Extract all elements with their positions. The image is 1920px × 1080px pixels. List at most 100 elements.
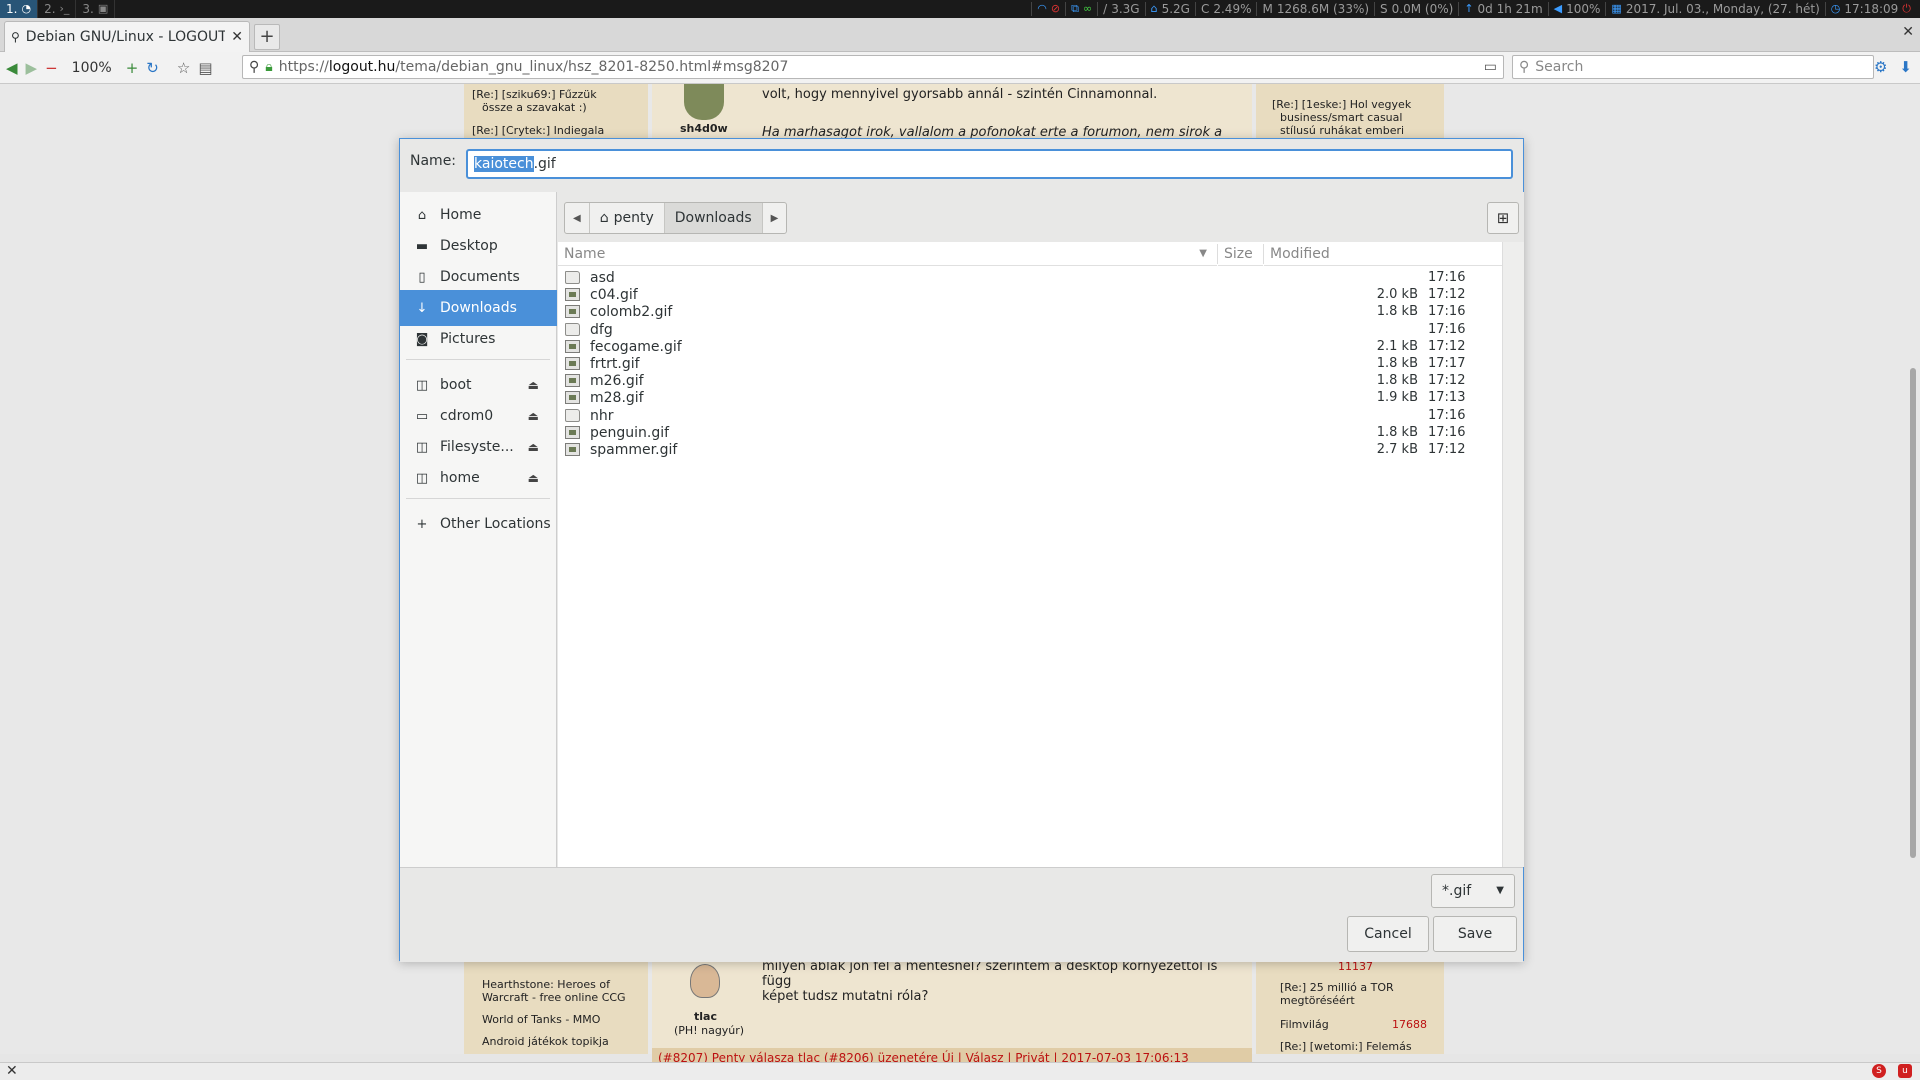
right-link-1b[interactable]: business/smart casual (1280, 111, 1402, 125)
right-link-3[interactable]: Filmvilág (1280, 1018, 1329, 1032)
library-icon[interactable]: ▤ (198, 59, 212, 77)
left-link-3b[interactable]: Warcraft - free online CCG (482, 991, 626, 1005)
folder-icon (565, 271, 580, 284)
filename-extension: .gif (533, 156, 556, 172)
secure-lock-icon: 🔒︎ (265, 59, 273, 75)
adblock-icon[interactable]: S (1872, 1064, 1886, 1078)
file-size: 2.0 kB (1376, 287, 1418, 303)
uptime-arrow-icon: ↑ (1464, 2, 1474, 15)
eject-icon[interactable]: ⏏ (528, 409, 539, 423)
filename-input[interactable]: kaiotech.gif (466, 149, 1513, 179)
new-tab-button[interactable]: + (254, 24, 280, 50)
clock-icon: ◷ (1830, 2, 1841, 15)
back-arrow-icon[interactable]: ◀ (6, 59, 18, 77)
eject-icon[interactable]: ⏏ (528, 471, 539, 485)
page-scrollbar[interactable] (1910, 368, 1916, 858)
dialog-action-area: *.gif ▼ Cancel Save (400, 867, 1523, 962)
sidebar-item-label: Desktop (440, 238, 498, 254)
ublock-icon[interactable]: u (1898, 1064, 1912, 1078)
workspace-2[interactable]: 2. ›_ (38, 0, 77, 18)
left-link-2[interactable]: [Re:] [Crytek:] Indiegala (472, 124, 604, 138)
zoom-out-icon[interactable]: − (45, 59, 58, 77)
file-list-scrollbar[interactable] (1502, 242, 1524, 867)
right-link-4[interactable]: [Re:] [wetomi:] Felemás (1280, 1040, 1412, 1054)
sidebar-item-label: Other Locations (440, 516, 551, 532)
column-header-name[interactable]: Name ▼ (558, 242, 1217, 266)
network-off-icon: ⊘ (1050, 2, 1061, 15)
home-icon: ⌂ (1150, 2, 1158, 15)
home-icon: ⌂ (599, 210, 609, 226)
file-modified: 17:16 (1428, 270, 1466, 285)
username-bottom[interactable]: tlac (694, 1010, 717, 1024)
settings-gear-icon[interactable]: ⚙ (1874, 58, 1887, 76)
left-link-1b[interactable]: össze a szavakat :) (482, 101, 587, 115)
file-name: m26.gif (590, 373, 644, 390)
eject-icon[interactable]: ⏏ (528, 378, 539, 392)
file-modified: 17:12 (1428, 373, 1466, 389)
right-link-1c[interactable]: stílusú ruhákat emberi (1280, 124, 1404, 138)
sidebar-item-pictures[interactable]: ◙ Pictures (400, 321, 557, 357)
speaker-icon: ◀ (1553, 2, 1563, 15)
file-size: 1.8 kB (1376, 373, 1418, 389)
forward-arrow-icon[interactable]: ▶ (26, 59, 38, 77)
sidebar-item-device-4[interactable]: ◫ home ⏏ (400, 460, 557, 496)
image-file-icon (565, 425, 580, 439)
save-button[interactable]: Save (1433, 916, 1517, 952)
site-identity-icon[interactable]: ⚲ (249, 59, 259, 75)
close-tab-icon[interactable]: ✕ (231, 29, 243, 45)
path-back-icon[interactable]: ◀ (565, 203, 590, 233)
sort-descending-icon: ▼ (1199, 248, 1207, 259)
file-modified: 17:16 (1428, 407, 1466, 423)
eject-icon[interactable]: ⏏ (528, 440, 539, 454)
left-link-4[interactable]: World of Tanks - MMO (482, 1013, 600, 1027)
path-crumb-home[interactable]: ⌂ penty (590, 203, 665, 233)
path-crumb-current[interactable]: Downloads (664, 203, 763, 233)
workspace-1[interactable]: 1. ◔ (0, 0, 39, 18)
right-link-1[interactable]: [Re:] [1eske:] Hol vegyek (1272, 98, 1411, 112)
search-bar[interactable]: ⚲ Search (1512, 55, 1874, 79)
downloads-arrow-icon[interactable]: ⬇ (1899, 58, 1912, 76)
file-size: 1.8 kB (1376, 424, 1418, 440)
bookmark-star-icon[interactable]: ☆ (177, 59, 190, 77)
reader-view-icon[interactable]: ▭ (1484, 59, 1497, 75)
right-link-2b[interactable]: megtöréséért (1280, 994, 1355, 1008)
terminal-icon: ›_ (59, 2, 70, 15)
new-folder-icon: ⊞ (1496, 209, 1510, 227)
close-window-icon[interactable]: ✕ (1902, 24, 1914, 40)
sidebar-item-other-locations[interactable]: + Other Locations (400, 506, 557, 542)
file-type-filter[interactable]: *.gif ▼ (1431, 874, 1515, 908)
disk-root-icon: / (1103, 2, 1108, 16)
drive-icon: ◫ (415, 377, 429, 393)
power-icon[interactable]: ⏻ (1902, 2, 1911, 16)
column-header-modified[interactable]: Modified (1264, 242, 1502, 266)
file-size: 1.8 kB (1376, 304, 1418, 320)
file-size: 1.9 kB (1376, 390, 1418, 406)
column-header-size[interactable]: Size (1218, 242, 1263, 266)
address-bar[interactable]: ⚲ 🔒︎ https://logout.hu/tema/debian_gnu_l… (242, 55, 1504, 79)
browser-tab[interactable]: ⚲ Debian GNU/Linux - LOGOUT.... ✕ (4, 21, 250, 52)
left-link-1[interactable]: [Re:] [sziku69:] Fűzzük (472, 88, 597, 102)
workspace-3[interactable]: 3. ▣ (76, 0, 116, 18)
file-size: 1.8 kB (1376, 356, 1418, 371)
right-link-2[interactable]: [Re:] 25 millió a TOR (1280, 981, 1394, 995)
path-forward-icon[interactable]: ▶ (763, 203, 787, 233)
create-folder-button[interactable]: ⊞ (1487, 202, 1519, 234)
cancel-button[interactable]: Cancel (1347, 916, 1429, 952)
close-findbar-icon[interactable]: ✕ (6, 1063, 18, 1080)
username-top[interactable]: sh4d0w (680, 122, 728, 136)
left-link-3[interactable]: Hearthstone: Heroes of (482, 978, 610, 992)
toolbar-extensions: ⚙ ⬇ (1874, 58, 1912, 76)
image-icon: ▣ (97, 2, 109, 15)
path-bar: ◀ ⌂ penty Downloads ▶ (564, 202, 788, 234)
reload-icon[interactable]: ↻ (146, 59, 159, 77)
image-file-icon (565, 288, 580, 302)
zoom-in-icon[interactable]: + (126, 59, 139, 77)
file-row[interactable]: spammer.gif 2.7 kB 17:12 (558, 440, 1502, 461)
image-file-icon (565, 339, 580, 353)
file-name: frtrt.gif (590, 356, 640, 372)
date-status: ▦ 2017. Jul. 03., Monday, (27. hét) (1605, 2, 1824, 16)
left-link-5[interactable]: Android játékok topikja (482, 1035, 609, 1049)
status-extensions: S u (1872, 1064, 1912, 1078)
zoom-level[interactable]: 100% (72, 60, 112, 76)
file-modified: 17:16 (1428, 424, 1466, 440)
